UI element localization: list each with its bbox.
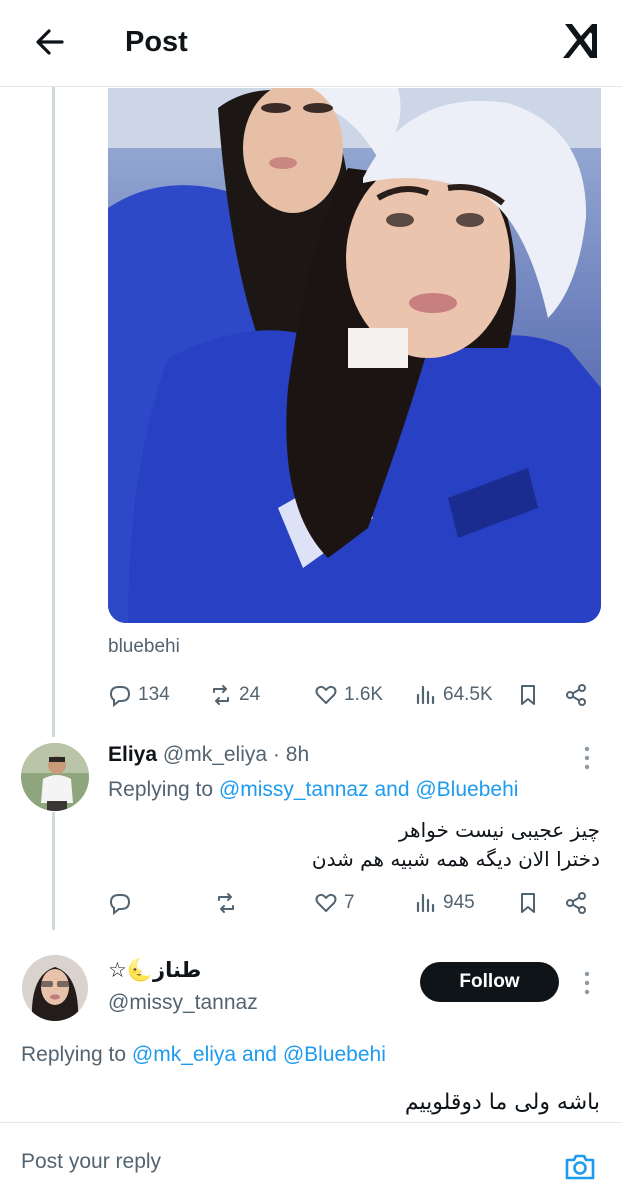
author-name-line[interactable]: ☆🌜طناز [108,958,201,983]
follow-button[interactable]: Follow [420,962,559,1002]
mention-link[interactable]: @mk_eliya [132,1043,236,1066]
camera-icon [565,1154,595,1180]
author-name[interactable]: Eliya [108,743,157,766]
avatar[interactable] [21,743,89,811]
x-logo-icon [563,24,597,58]
replying-label: Replying to [108,778,214,801]
replying-to: Replying to @missy_tannaz and @Bluebehi [108,778,518,802]
reply-input[interactable]: Post your reply [21,1150,161,1174]
reply-text-line: چیز عجیبی نیست خواهر [398,818,600,842]
replying-label: Replying to [21,1043,127,1066]
author-name: طناز [152,958,202,982]
thread-connector [52,812,55,930]
reply-bubble-icon [109,894,131,915]
back-button[interactable] [30,22,70,62]
user-photo [22,955,88,1021]
mention-link[interactable]: @Bluebehi [283,1043,386,1066]
more-vertical-icon [584,746,590,770]
arrow-left-icon [36,29,64,55]
share-icon [566,684,586,706]
user-photo [21,743,89,811]
replying-and[interactable]: and [242,1043,277,1066]
more-options-button[interactable] [584,746,590,770]
views-count: 64.5K [443,684,493,705]
like-button[interactable]: 7 [314,891,355,915]
author-handle[interactable]: @mk_eliya [163,743,267,766]
repost-icon [218,893,234,913]
like-count: 7 [344,892,355,913]
app-logo[interactable] [560,20,600,62]
post-time: 8h [285,743,310,766]
reply-text-line: دخترا الان دیگه همه شبیه هم شدن [311,847,600,871]
replying-and[interactable]: and [374,778,409,801]
mention-link[interactable]: @missy_tannaz [219,778,369,801]
share-icon [566,892,586,914]
mention-link[interactable]: @Bluebehi [415,778,518,801]
repost-icon [213,685,229,705]
separator: · [272,743,280,766]
thread-connector [52,87,55,737]
views-bar-icon [416,893,435,913]
share-button[interactable] [564,683,588,707]
more-options-button[interactable] [584,971,590,995]
reply-bubble-icon [109,686,131,707]
share-button[interactable] [564,891,588,915]
reply-button[interactable]: 134 [108,683,170,707]
repost-button[interactable] [214,891,238,915]
page-title: Post [125,26,188,58]
bookmark-icon [521,893,535,913]
bookmark-button[interactable] [516,891,540,915]
repost-button[interactable]: 24 [209,683,260,707]
author-handle[interactable]: @missy_tannaz [108,991,258,1015]
views-bar-icon [416,685,435,705]
camera-button[interactable] [563,1150,597,1184]
views-count: 945 [443,892,475,913]
tweet-text: باشه ولی ما دوقلوییم [404,1090,600,1115]
more-vertical-icon [584,971,590,995]
top-bar [0,0,622,87]
heart-icon [315,685,337,704]
heart-icon [315,893,337,912]
photo-illustration [108,88,601,623]
replying-to: Replying to @mk_eliya and @Bluebehi [21,1043,386,1067]
post-photo[interactable] [108,88,601,623]
reply-author-line: Eliya @mk_eliya · 8h [108,742,309,768]
like-button[interactable]: 1.6K [314,683,383,707]
bookmark-icon [521,685,535,705]
views-button[interactable]: 945 [413,891,475,915]
views-button[interactable]: 64.5K [413,683,493,707]
avatar[interactable] [22,955,88,1021]
author-name-emoji: ☆🌜 [108,958,153,982]
reply-button[interactable] [108,891,132,915]
divider [0,1122,622,1123]
image-caption: bluebehi [108,636,180,657]
bookmark-button[interactable] [516,683,540,707]
repost-count: 24 [239,684,261,705]
like-count: 1.6K [344,684,384,705]
reply-text: چیز عجیبی نیست خواهر دخترا الان دیگه همه… [120,816,600,874]
reply-count: 134 [138,684,170,705]
